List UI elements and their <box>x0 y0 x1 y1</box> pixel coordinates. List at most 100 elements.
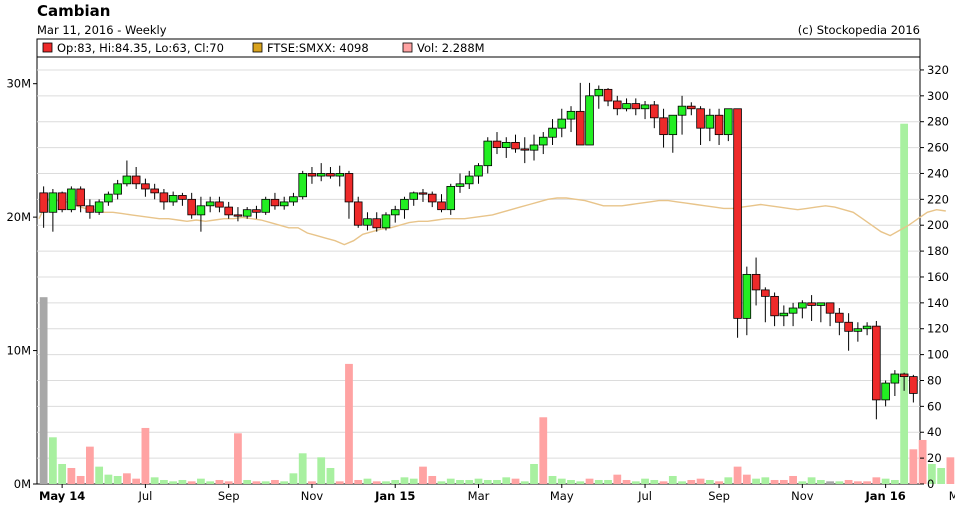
candle-body <box>344 173 354 203</box>
candle-body <box>261 198 270 213</box>
price-tick-label: 20 <box>927 451 942 465</box>
volume-bar <box>345 363 353 484</box>
volume-bar <box>391 479 400 484</box>
candle-body <box>511 141 520 150</box>
volume-bar <box>104 474 113 484</box>
volume-bar <box>622 479 631 484</box>
candle-body <box>807 302 816 306</box>
volume-bar <box>419 466 427 484</box>
volume-bar <box>696 478 705 484</box>
candle-body <box>353 201 363 226</box>
volume-bar <box>881 478 890 484</box>
candle-body <box>733 108 742 319</box>
volume-bar <box>58 463 67 484</box>
candle-body <box>862 325 872 330</box>
volume-bar <box>308 481 316 484</box>
volume-bar <box>298 453 307 484</box>
volume-bar <box>511 478 520 484</box>
volume-bar <box>715 481 723 484</box>
legend-swatch <box>252 42 263 53</box>
candle <box>57 191 67 213</box>
candle-body <box>307 173 317 177</box>
candle-body <box>501 141 511 148</box>
candle-body <box>316 173 326 177</box>
volume-bar <box>641 478 649 484</box>
candle-body <box>853 328 863 332</box>
legend-entry: Op:83, Hi:84.35, Lo:63, Cl:70 <box>42 41 224 55</box>
x-axis: May 14 Jul Sep Nov Jan 15 Mar May Jul Sep Nov Jan … <box>39 484 955 503</box>
candle-body <box>390 209 400 216</box>
volume-bar <box>631 481 640 484</box>
volume-bar <box>530 463 538 484</box>
candle-body <box>714 114 724 136</box>
candle-body <box>538 136 548 146</box>
volume-bar <box>76 475 85 484</box>
price-axis: 0 20 40 60 80 100 120 140 160 180 200 220 240 260 280 3… <box>920 63 949 491</box>
price-tick-label: 260 <box>927 141 949 155</box>
price-tick-label: 40 <box>927 425 942 439</box>
candle-body <box>520 148 530 151</box>
volume-bar <box>493 479 501 484</box>
volume-bar <box>539 417 548 484</box>
volume-bar <box>779 479 788 484</box>
volume-bar <box>520 481 529 484</box>
volume-bar <box>465 479 474 484</box>
volume-bar <box>372 481 381 484</box>
volume-bar <box>918 439 927 484</box>
volume-bar <box>826 481 834 484</box>
volume-bar <box>48 437 57 484</box>
volume-bar <box>835 481 844 484</box>
candle-body <box>104 193 113 203</box>
volume-tick-label: 10M <box>6 344 31 358</box>
candle-body <box>613 100 622 110</box>
candle-body <box>409 192 419 200</box>
candle-body <box>85 205 95 213</box>
candle-body <box>603 88 613 102</box>
legend-swatch <box>42 42 53 53</box>
candle-body <box>751 273 761 291</box>
volume-bar <box>770 479 779 484</box>
candle-body <box>575 110 585 146</box>
volume-bar <box>752 478 760 484</box>
copyright-notice: (c) Stockopedia 2016 <box>798 23 920 37</box>
x-tick-label: Jan 15 <box>374 489 415 503</box>
candle <box>94 199 104 215</box>
volume-bar <box>789 475 797 484</box>
legend-swatch <box>402 42 413 53</box>
candle-body <box>39 192 48 213</box>
candle-body <box>205 201 215 207</box>
x-tick-label: Jan 16 <box>864 489 905 503</box>
volume-bar <box>761 477 770 484</box>
volume-bar <box>187 481 196 484</box>
volume-bar <box>261 481 270 484</box>
candle-body <box>687 105 696 110</box>
volume-bar <box>733 466 742 484</box>
candle-body <box>224 206 233 216</box>
x-tick-label: May 14 <box>39 489 85 503</box>
volume-bar <box>215 479 224 484</box>
plot-frame <box>36 38 921 485</box>
candle-body <box>816 302 826 306</box>
candle-body <box>566 110 576 120</box>
candle-body <box>381 214 391 229</box>
candle-body <box>659 117 668 136</box>
volume-axis: 0M 10M 20M 30M <box>6 77 37 491</box>
volume-bar <box>289 473 298 484</box>
chart-subtitle: Mar 11, 2016 - Weekly <box>37 23 167 37</box>
candle-body <box>909 376 918 394</box>
candle-body <box>159 192 169 203</box>
candle-body <box>705 114 715 129</box>
volume-bar <box>946 457 955 484</box>
x-tick-label: May <box>550 489 574 503</box>
candle-body <box>492 140 502 148</box>
volume-bar <box>678 481 686 484</box>
candle-body <box>418 192 428 195</box>
candle-body <box>67 188 76 211</box>
candle-body <box>650 104 659 119</box>
x-tick-label: Jul <box>137 489 152 503</box>
volume-bar <box>150 477 159 484</box>
x-tick-label: Jul <box>637 489 652 503</box>
volume-bar <box>890 479 899 484</box>
candle-body <box>122 175 132 185</box>
x-tick-label: Mar <box>468 489 490 503</box>
